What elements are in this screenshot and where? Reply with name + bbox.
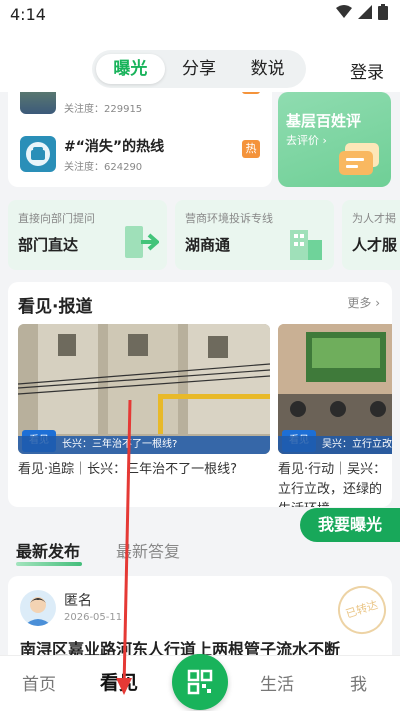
post-author: 匿名 bbox=[64, 593, 92, 609]
hot-item[interactable]: 关注度：229915 热 bbox=[20, 92, 260, 118]
report-item[interactable]: 看见 长兴：三年治不了一根线? 看见·追踪｜长兴：三年治不了一根线? bbox=[18, 324, 270, 480]
service-title: 人才服 bbox=[352, 236, 398, 254]
report-image: 看见 长兴：三年治不了一根线? bbox=[18, 324, 270, 454]
nav-see[interactable]: 看见 bbox=[100, 668, 138, 695]
qr-scan-button[interactable] bbox=[172, 654, 228, 710]
status-bar: 4:14 bbox=[0, 0, 400, 30]
evaluation-link[interactable]: 去评价 › bbox=[286, 132, 327, 148]
hot-attention: 关注度：229915 bbox=[64, 104, 143, 115]
tab-share[interactable]: 分享 bbox=[165, 54, 234, 84]
hot-attention: 关注度：624290 bbox=[64, 162, 143, 173]
login-button[interactable]: 登录 bbox=[350, 58, 384, 83]
bottom-nav: 首页 看见 生活 我 bbox=[0, 654, 400, 711]
more-label: 更多 bbox=[347, 296, 372, 310]
evaluation-card[interactable]: 基层百姓评 去评价 › bbox=[278, 92, 391, 187]
report-caption: 看见·行动｜吴兴：立行立改，还绿的生活环境 bbox=[278, 462, 387, 507]
report-caption: 看见·追踪｜长兴：三年治不了一根线? bbox=[18, 462, 238, 477]
evaluation-title: 基层百姓评 bbox=[286, 112, 362, 130]
tab-latest-posts[interactable]: 最新发布 bbox=[16, 538, 80, 562]
report-image: 看见 吴兴：立行立改 bbox=[278, 324, 392, 454]
report-section: 看见·报道 更多 › 看见 长兴：三年治不了一根线? bbox=[8, 282, 392, 507]
phone-icon bbox=[20, 136, 56, 172]
hot-list-card: 关注度：229915 热 #“消失”的热线 关注度：624290 热 bbox=[8, 92, 272, 187]
active-tab-underline bbox=[16, 562, 82, 566]
tab-exposure[interactable]: 曝光 bbox=[96, 54, 165, 84]
main-content: 关注度：229915 热 #“消失”的热线 关注度：624290 热 基层百姓评… bbox=[0, 92, 400, 655]
report-strip: 长兴：三年治不了一根线? bbox=[18, 436, 270, 454]
tab-data[interactable]: 数说 bbox=[233, 54, 302, 84]
status-icons bbox=[336, 4, 388, 20]
nav-life[interactable]: 生活 bbox=[260, 670, 294, 695]
top-bar: 曝光 分享 数说 登录 bbox=[0, 30, 400, 92]
avatar bbox=[20, 590, 56, 626]
chat-bubble-icon bbox=[339, 143, 379, 175]
status-time: 4:14 bbox=[10, 5, 46, 24]
forwarded-stamp: 已转达 bbox=[331, 579, 393, 641]
hot-thumbnail bbox=[20, 92, 56, 114]
service-row: 直接向部门提问 部门直达 营商环境投诉专线 湖商通 为人才掲 人才服 bbox=[8, 200, 400, 270]
expose-fab-button[interactable]: 我要曝光 bbox=[300, 508, 400, 542]
report-more-link[interactable]: 更多 › bbox=[347, 294, 380, 311]
nav-home[interactable]: 首页 bbox=[22, 670, 56, 695]
qr-code-icon bbox=[187, 669, 213, 695]
report-strip: 吴兴：立行立改 bbox=[278, 436, 392, 454]
nav-me[interactable]: 我 bbox=[350, 670, 367, 695]
chevron-right-icon: › bbox=[375, 296, 380, 310]
battery-icon bbox=[378, 4, 388, 20]
service-huzhou-business[interactable]: 营商环境投诉专线 湖商通 bbox=[175, 200, 334, 270]
hot-badge: 热 bbox=[242, 140, 260, 158]
hot-item[interactable]: #“消失”的热线 关注度：624290 热 bbox=[20, 136, 260, 176]
post-title: 南浔区嘉业路河东人行道上两根管子流水不断 bbox=[20, 640, 341, 655]
segment-tabs: 曝光 分享 数说 bbox=[92, 50, 306, 88]
hot-title: #“消失”的热线 bbox=[64, 139, 165, 155]
signal-icon bbox=[358, 5, 372, 19]
tab-latest-replies[interactable]: 最新答复 bbox=[116, 538, 180, 562]
door-exit-icon bbox=[125, 226, 159, 258]
building-icon bbox=[290, 230, 322, 260]
post-card[interactable]: 匿名 2026-05-11 南浔区嘉业路河东人行道上两根管子流水不断 已转达 bbox=[8, 576, 393, 655]
service-talent[interactable]: 为人才掲 人才服 bbox=[342, 200, 400, 270]
hot-badge: 热 bbox=[242, 92, 260, 94]
wifi-icon bbox=[336, 5, 352, 18]
report-item[interactable]: 看见 吴兴：立行立改 看见·行动｜吴兴：立行立改，还绿的生活环境 bbox=[278, 324, 392, 507]
report-title: 看见·报道 bbox=[18, 297, 93, 317]
service-department-direct[interactable]: 直接向部门提问 部门直达 bbox=[8, 200, 167, 270]
post-date: 2026-05-11 bbox=[64, 612, 123, 623]
service-sub: 为人才掲 bbox=[352, 212, 396, 225]
